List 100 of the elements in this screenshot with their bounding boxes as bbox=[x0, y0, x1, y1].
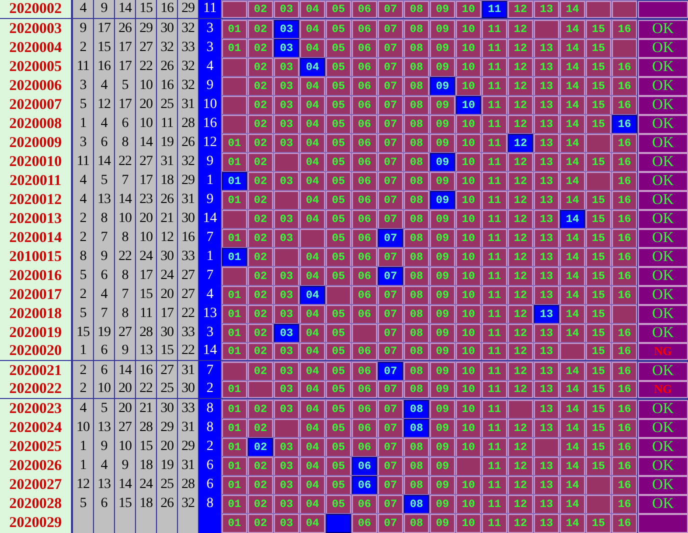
drawn-number-cell: 5 bbox=[115, 76, 136, 96]
number-cell: 01 bbox=[222, 400, 247, 419]
number-cell: 16 bbox=[612, 495, 637, 514]
number-cell: 01 bbox=[222, 191, 247, 210]
drawn-number-cell: 4 bbox=[94, 76, 115, 96]
number-cell: 14 bbox=[560, 362, 585, 381]
status-cell: OK bbox=[638, 210, 688, 229]
drawn-number-cell: 2 bbox=[73, 361, 94, 381]
number-cell: 14 bbox=[560, 438, 585, 457]
number-cell: 08 bbox=[404, 58, 429, 77]
number-cell: 05 bbox=[326, 419, 351, 438]
number-cell: 15 bbox=[586, 362, 611, 381]
number-cell: 10 bbox=[456, 58, 481, 77]
number-cell: 02 bbox=[248, 20, 273, 39]
number-cell: 05 bbox=[326, 153, 351, 172]
number-cell: 10 bbox=[456, 77, 481, 96]
number-cell: 03 bbox=[274, 229, 299, 248]
bonus-number-cell: 3 bbox=[199, 38, 221, 58]
bonus-number-cell: 6 bbox=[199, 456, 221, 476]
number-cell: 08 bbox=[404, 286, 429, 305]
number-cell: 08 bbox=[404, 400, 429, 419]
number-cell: 12 bbox=[508, 362, 533, 381]
number-cell: 08 bbox=[404, 381, 429, 398]
number-cell: 12 bbox=[508, 153, 533, 172]
drawn-number-cell: 12 bbox=[157, 228, 178, 248]
drawn-number-cell: 11 bbox=[73, 152, 94, 172]
number-cell: 15 bbox=[586, 343, 611, 360]
number-cell: 06 bbox=[352, 210, 377, 229]
number-cell: 07 bbox=[378, 457, 403, 476]
number-cell: 05 bbox=[326, 495, 351, 514]
number-cell: 04 bbox=[300, 438, 325, 457]
number-cell: 16 bbox=[612, 267, 637, 286]
number-cell: 12 bbox=[508, 172, 533, 191]
number-cell: 14 bbox=[560, 58, 585, 77]
number-cell: 12 bbox=[508, 419, 533, 438]
number-cell: 16 bbox=[612, 419, 637, 438]
drawn-number-cell: 32 bbox=[178, 19, 199, 39]
number-cell: 16 bbox=[612, 153, 637, 172]
drawn-number-cell: 15 bbox=[157, 342, 178, 360]
number-cell: 08 bbox=[404, 248, 429, 267]
number-cell: 01 bbox=[222, 324, 247, 343]
number-cell: 10 bbox=[456, 134, 481, 153]
bonus-number-cell: 9 bbox=[199, 76, 221, 96]
number-cell: 12 bbox=[508, 381, 533, 398]
number-cell: 12 bbox=[508, 1, 533, 18]
status-cell: OK bbox=[638, 438, 688, 457]
number-cell: 15 bbox=[586, 514, 611, 533]
number-cell: 04 bbox=[300, 419, 325, 438]
number-cell: 06 bbox=[352, 172, 377, 191]
number-cell: 05 bbox=[326, 1, 351, 18]
number-cell: 08 bbox=[404, 77, 429, 96]
drawn-number-cell: 15 bbox=[94, 38, 115, 58]
number-cell: 08 bbox=[404, 324, 429, 343]
drawn-number-cell: 16 bbox=[136, 361, 157, 381]
number-cell: 16 bbox=[612, 58, 637, 77]
number-cell: 10 bbox=[456, 476, 481, 495]
number-cell: 04 bbox=[300, 210, 325, 229]
drawn-number-cell: 17 bbox=[136, 171, 157, 191]
number-cell: 16 bbox=[612, 134, 637, 153]
drawn-number-cell: 10 bbox=[136, 114, 157, 134]
number-cell: 15 bbox=[586, 248, 611, 267]
bonus-number-cell: 16 bbox=[199, 114, 221, 134]
number-cell: 05 bbox=[326, 191, 351, 210]
status-cell: OK bbox=[638, 153, 688, 172]
number-cell: 14 bbox=[560, 115, 585, 134]
drawn-number-cell: 5 bbox=[73, 494, 94, 514]
number-cell: 04 bbox=[300, 343, 325, 360]
drawn-number-cell: 11 bbox=[73, 57, 94, 77]
number-cell: 09 bbox=[430, 39, 455, 58]
drawn-number-cell: 28 bbox=[178, 475, 199, 495]
number-cell: 09 bbox=[430, 77, 455, 96]
number-cell: 11 bbox=[482, 362, 507, 381]
number-cell: 04 bbox=[300, 1, 325, 18]
number-cell: 07 bbox=[378, 305, 403, 324]
number-cell: 11 bbox=[482, 115, 507, 134]
number-cell: 16 bbox=[612, 191, 637, 210]
drawn-number-cell: 24 bbox=[136, 475, 157, 495]
bonus-number-cell: 8 bbox=[199, 418, 221, 438]
number-cell: 16 bbox=[612, 457, 637, 476]
drawn-number-cell: 10 bbox=[115, 437, 136, 457]
drawn-number-cell: 10 bbox=[115, 209, 136, 229]
drawn-number-cell: 12 bbox=[94, 95, 115, 115]
drawn-number-cell: 28 bbox=[178, 114, 199, 134]
status-cell: OK bbox=[638, 362, 688, 381]
number-cell: 02 bbox=[248, 267, 273, 286]
number-cell: 01 bbox=[222, 305, 247, 324]
number-cell: 01 bbox=[222, 39, 247, 58]
issue-number: 2020011 bbox=[0, 171, 73, 191]
number-cell: 12 bbox=[508, 457, 533, 476]
number-cell: 13 bbox=[534, 419, 559, 438]
drawn-number-cell: 14 bbox=[115, 0, 136, 18]
number-cell: 10 bbox=[456, 1, 481, 18]
number-cell: 14 bbox=[560, 457, 585, 476]
number-cell: 02 bbox=[248, 229, 273, 248]
bonus-number-cell: 13 bbox=[199, 304, 221, 324]
drawn-number-cell: 30 bbox=[157, 399, 178, 419]
drawn-number-cell: 5 bbox=[94, 171, 115, 191]
number-cell: 04 bbox=[300, 134, 325, 153]
number-cell: 06 bbox=[352, 305, 377, 324]
number-cell: 07 bbox=[378, 514, 403, 533]
